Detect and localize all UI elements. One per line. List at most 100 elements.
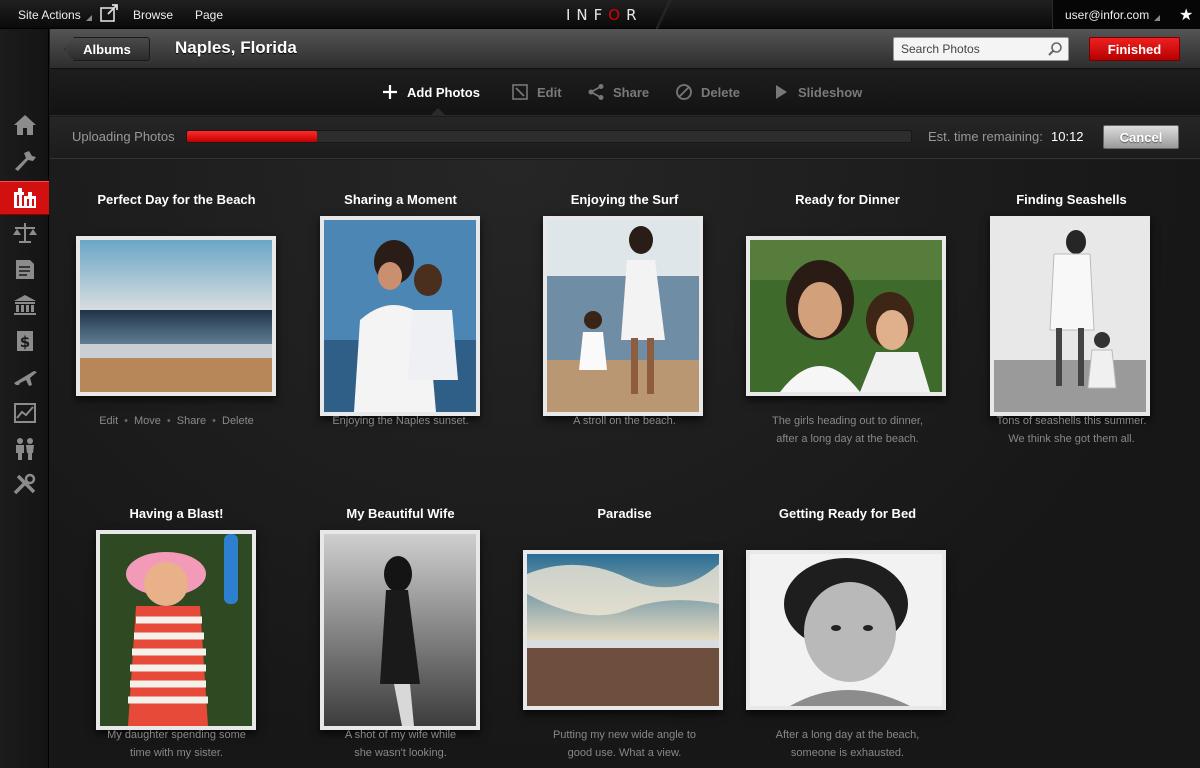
- caption-line: The girls heading out to dinner,: [771, 415, 924, 427]
- photo-share-link[interactable]: Share: [177, 415, 206, 427]
- photo-caption: A shot of my wife while she wasn't looki…: [289, 726, 512, 762]
- upload-progress-fill: [187, 131, 318, 142]
- dropdown-corner-icon: [85, 15, 92, 21]
- page-link[interactable]: Page: [195, 8, 223, 22]
- dropdown-corner-icon: [1154, 15, 1161, 21]
- svg-text:$: $: [19, 333, 29, 351]
- photo-album-app: Site Actions Browse Page INFOR user@info…: [0, 0, 1200, 768]
- building-icon[interactable]: [0, 181, 49, 215]
- caption-line: someone is exhausted.: [790, 747, 905, 759]
- share-icon: [588, 84, 604, 100]
- photo-thumbnail[interactable]: [746, 550, 946, 710]
- photo-card: Sharing a Moment Enjoying the Naples sun…: [289, 190, 512, 490]
- slideshow-button[interactable]: Slideshow: [772, 83, 862, 101]
- finished-button[interactable]: Finished: [1089, 37, 1180, 61]
- photo-title: Getting Ready for Bed: [778, 506, 917, 521]
- upload-status-bar: Uploading Photos Est. time remaining: 10…: [50, 117, 1200, 159]
- edit-label: Edit: [537, 84, 562, 100]
- site-actions-label: Site Actions: [18, 8, 81, 22]
- active-tool-indicator: [430, 108, 446, 116]
- caption-line: she wasn't looking.: [354, 747, 447, 759]
- scales-icon[interactable]: [0, 217, 49, 249]
- caption-line: My daughter spending some: [107, 729, 246, 741]
- photo-card: Perfect Day for the Beach Edit • Move • Shar…: [65, 190, 288, 490]
- tools-icon[interactable]: [0, 145, 49, 177]
- plane-icon[interactable]: [0, 361, 49, 393]
- child-hat-photo: [100, 534, 252, 726]
- portrait-photo: [750, 240, 942, 392]
- photo-card: Getting Ready for Bed After a long day a…: [736, 504, 959, 768]
- photo-title: Ready for Dinner: [795, 192, 900, 207]
- photo-edit-link[interactable]: Edit: [99, 415, 118, 427]
- top-bar-divider: [640, 0, 685, 29]
- photo-caption: My daughter spending some time with my s…: [65, 726, 288, 762]
- caption-line: Tons of seashells this summer.: [996, 415, 1147, 427]
- photo-thumbnail[interactable]: [523, 550, 723, 710]
- photo-card: Enjoying the Surf A stroll on the beach.: [513, 190, 736, 490]
- photo-card: Finding Seashells Tons of seashells this…: [960, 190, 1183, 490]
- star-icon[interactable]: ★: [1179, 5, 1193, 25]
- search-icon[interactable]: [1047, 41, 1063, 57]
- browse-link[interactable]: Browse: [133, 8, 173, 22]
- wrench-icon[interactable]: [0, 469, 49, 501]
- bank-icon[interactable]: [0, 289, 49, 321]
- albums-label: Albums: [83, 41, 131, 57]
- delete-icon: [676, 84, 692, 100]
- photo-move-link[interactable]: Move: [134, 415, 161, 427]
- user-area: user@infor.com ★: [1052, 0, 1200, 29]
- document-icon[interactable]: [0, 253, 49, 285]
- caption-line: We think she got them all.: [1008, 433, 1135, 445]
- share-label: Share: [613, 84, 650, 100]
- delete-button[interactable]: Delete: [675, 83, 740, 101]
- play-icon: [776, 85, 787, 99]
- home-icon[interactable]: [0, 109, 49, 141]
- search-placeholder: Search Photos: [901, 42, 980, 56]
- photo-thumbnail[interactable]: [990, 216, 1150, 416]
- photo-thumbnail[interactable]: [543, 216, 703, 416]
- user-menu[interactable]: user@infor.com: [1065, 8, 1161, 22]
- photo-card: Paradise Putting my new wide angle to go…: [513, 504, 736, 768]
- slideshow-label: Slideshow: [798, 84, 863, 100]
- photo-delete-link[interactable]: Delete: [222, 415, 254, 427]
- albums-back-button[interactable]: Albums: [64, 37, 150, 61]
- photo-thumbnail[interactable]: [76, 236, 276, 396]
- chart-icon[interactable]: [0, 397, 49, 429]
- beach-sunset-icon: [80, 240, 272, 392]
- infor-logo: INFOR: [566, 6, 643, 24]
- photo-title: Enjoying the Surf: [570, 192, 679, 207]
- add-photos-button[interactable]: Add Photos: [381, 83, 480, 101]
- caption-line: Putting my new wide angle to: [552, 729, 697, 741]
- photo-caption: The girls heading out to dinner, after a…: [736, 412, 959, 448]
- dollar-icon[interactable]: $: [0, 325, 49, 357]
- photo-title: Paradise: [597, 506, 652, 521]
- search-input[interactable]: Search Photos: [893, 37, 1069, 61]
- album-header: Albums Naples, Florida Search Photos Fin…: [50, 29, 1200, 69]
- photo-caption: After a long day at the beach, someone i…: [736, 726, 959, 762]
- share-button[interactable]: Share: [587, 83, 649, 101]
- photo-thumbnail[interactable]: [320, 530, 480, 730]
- edit-button[interactable]: Edit: [511, 83, 562, 101]
- edit-page-icon[interactable]: [100, 4, 120, 22]
- mother-child-photo: [324, 220, 476, 412]
- site-actions-menu[interactable]: Site Actions: [18, 8, 92, 22]
- photo-grid: Perfect Day for the Beach Edit • Move • Shar…: [50, 160, 1200, 768]
- browse-label: Browse: [133, 8, 174, 22]
- photo-title: Having a Blast!: [129, 506, 224, 521]
- finished-label: Finished: [1107, 41, 1162, 57]
- photo-thumbnail[interactable]: [96, 530, 256, 730]
- photo-title: Perfect Day for the Beach: [97, 192, 256, 207]
- photo-toolbar: Add Photos Edit Share Delete Slideshow: [50, 70, 1200, 116]
- people-icon[interactable]: [0, 433, 49, 465]
- photo-thumbnail[interactable]: [746, 236, 946, 396]
- upload-label: Uploading Photos: [72, 129, 175, 144]
- caption-line: A shot of my wife while: [344, 729, 457, 741]
- page-label: Page: [195, 8, 224, 22]
- photo-card: Having a Blast! My daughter spending som…: [65, 504, 288, 768]
- separator-dot: •: [124, 415, 129, 427]
- user-email: user@infor.com: [1065, 8, 1150, 22]
- seashells-photo: [994, 220, 1146, 412]
- cancel-upload-button[interactable]: Cancel: [1103, 125, 1179, 149]
- photo-thumbnail[interactable]: [320, 216, 480, 416]
- photo-title: My Beautiful Wife: [346, 506, 455, 521]
- caption-line: after a long day at the beach.: [776, 433, 919, 445]
